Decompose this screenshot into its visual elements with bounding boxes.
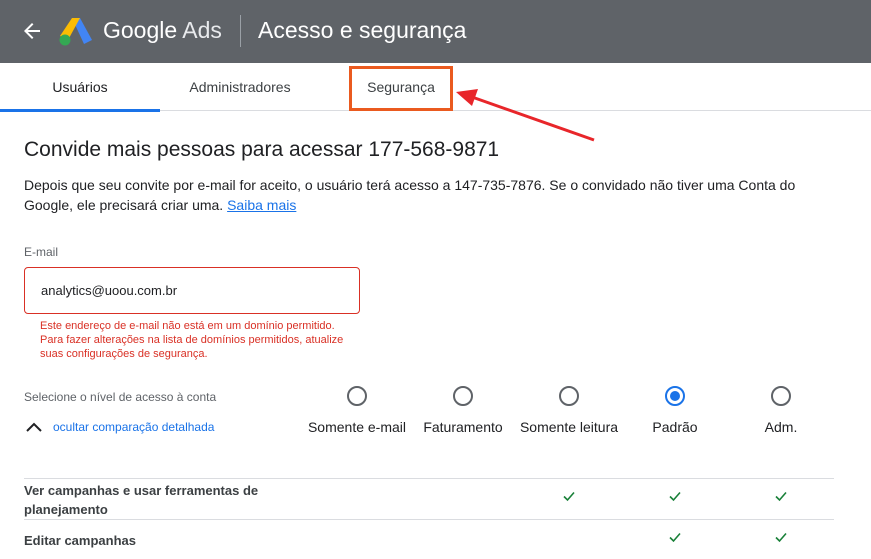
invite-description-text: Depois que seu convite por e-mail for ac… (24, 177, 796, 213)
arrow-left-icon[interactable] (20, 19, 44, 43)
radio-admin[interactable] (771, 386, 791, 406)
brand-primary: Google (103, 17, 178, 43)
email-label: E-mail (24, 245, 59, 259)
access-option-label: Adm. (764, 419, 798, 435)
radio-read-only[interactable] (559, 386, 579, 406)
check-icon (775, 532, 787, 543)
toggle-detailed-comparison-label: ocultar comparação detalhada (53, 420, 215, 434)
tab-bar: Usuários Administradores Segurança (0, 63, 871, 112)
email-field[interactable] (24, 267, 360, 314)
learn-more-link[interactable]: Saiba mais (227, 197, 296, 213)
access-option-admin[interactable]: Adm. (731, 386, 831, 436)
access-option-standard[interactable]: Padrão (625, 386, 725, 436)
invite-title: Convide mais pessoas para acessar 177-56… (24, 138, 500, 161)
radio-standard[interactable] (665, 386, 685, 406)
access-option-label: Padrão (652, 419, 698, 435)
access-level-label: Selecione o nível de acesso à conta (24, 390, 217, 404)
access-option-read-only[interactable]: Somente leitura (519, 386, 619, 436)
check-icon (563, 491, 575, 502)
check-icon (669, 532, 681, 543)
row-divider (24, 478, 834, 479)
app-header: Google Ads Acesso e segurança (0, 0, 871, 63)
chevron-up-icon (26, 422, 42, 432)
check-icon (775, 491, 787, 502)
row-divider (24, 519, 834, 520)
google-ads-logo-icon (59, 18, 92, 46)
access-option-email-only[interactable]: Somente e-mail (307, 386, 407, 436)
access-option-label: Somente e-mail (307, 419, 407, 435)
header-divider (240, 15, 241, 47)
radio-email-only[interactable] (347, 386, 367, 406)
permission-edit-campaigns: Editar campanhas (24, 533, 136, 548)
brand-secondary: Ads (182, 17, 222, 43)
access-option-label: Faturamento (423, 419, 503, 435)
page-title: Acesso e segurança (258, 17, 467, 43)
access-option-billing[interactable]: Faturamento (413, 386, 513, 436)
access-option-label: Somente leitura (519, 419, 619, 435)
toggle-detailed-comparison[interactable]: ocultar comparação detalhada (24, 417, 214, 437)
tab-security[interactable]: Segurança (349, 63, 453, 111)
radio-billing[interactable] (453, 386, 473, 406)
tab-users[interactable]: Usuários (0, 63, 160, 112)
tab-admins[interactable]: Administradores (160, 63, 320, 111)
invite-description: Depois que seu convite por e-mail for ac… (24, 175, 824, 215)
brand-name[interactable]: Google Ads (103, 17, 222, 44)
permission-view-campaigns: Ver campanhas e usar ferramentas de plan… (24, 483, 259, 517)
check-icon (669, 491, 681, 502)
email-error-message: Este endereço de e-mail não está em um d… (40, 320, 344, 360)
